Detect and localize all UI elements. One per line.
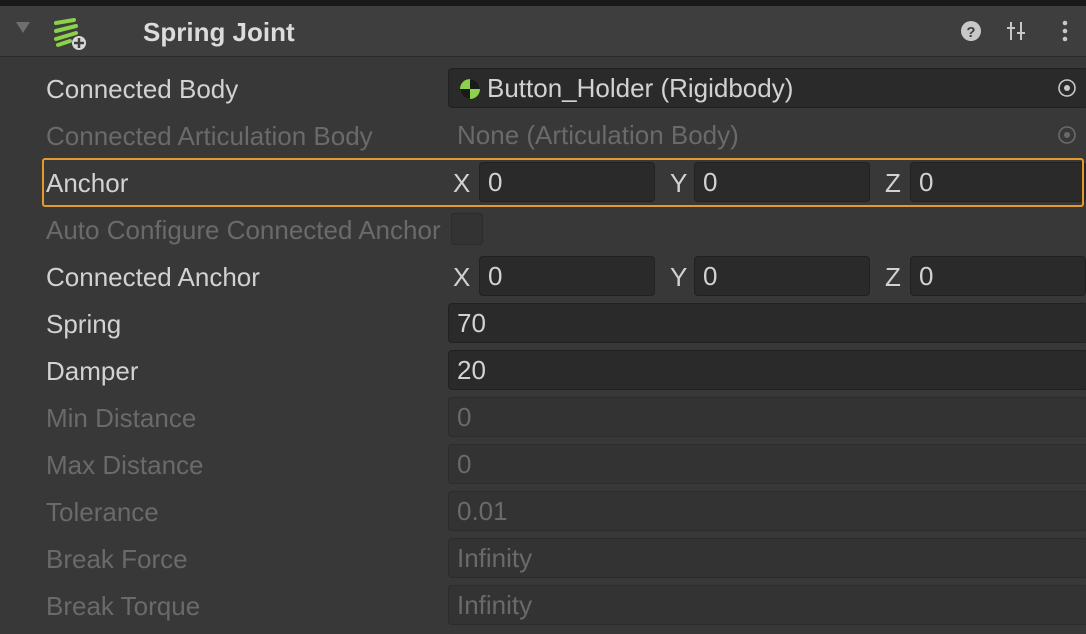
svg-text:?: ?	[966, 24, 975, 41]
connected-articulation-body-field[interactable]: None (Articulation Body)	[448, 115, 1086, 155]
min-distance-field[interactable]: 0	[448, 397, 1086, 437]
break-force-label: Break Force	[46, 544, 188, 574]
break-force-field[interactable]: Infinity	[448, 538, 1086, 578]
spring-label: Spring	[46, 309, 122, 339]
connected-articulation-body-label: Connected Articulation Body	[46, 121, 373, 151]
spring-field[interactable]: 70	[448, 303, 1086, 343]
break-force-row: Break Force Infinity	[0, 536, 1086, 583]
break-torque-field[interactable]: Infinity	[448, 585, 1086, 625]
connected-body-field[interactable]: Button_Holder (Rigidbody)	[448, 68, 1086, 108]
min-distance-row: Min Distance 0	[0, 395, 1086, 442]
tolerance-label: Tolerance	[46, 497, 159, 527]
connected-body-label: Connected Body	[46, 74, 239, 104]
anchor-label: Anchor	[46, 168, 129, 198]
object-picker-icon[interactable]	[1057, 78, 1077, 98]
damper-field[interactable]: 20	[448, 350, 1086, 390]
anchor-row: Anchor X 0 Y 0 Z 0	[0, 160, 1086, 207]
object-picker-icon[interactable]	[1057, 125, 1077, 145]
help-icon[interactable]: ?	[958, 18, 984, 44]
auto-configure-checkbox[interactable]	[451, 213, 483, 245]
presets-icon[interactable]	[1003, 18, 1029, 44]
connected-anchor-x-label[interactable]: X	[453, 261, 470, 293]
anchor-z-field[interactable]: 0	[910, 162, 1086, 202]
connected-anchor-z-label[interactable]: Z	[885, 261, 901, 293]
damper-label: Damper	[46, 356, 139, 386]
auto-configure-row: Auto Configure Connected Anchor	[0, 207, 1086, 254]
tolerance-field[interactable]: 0.01	[448, 491, 1086, 531]
connected-body-value: Button_Holder (Rigidbody)	[487, 73, 794, 103]
anchor-y-field[interactable]: 0	[694, 162, 870, 202]
connected-articulation-body-value: None (Articulation Body)	[457, 120, 739, 150]
rigidbody-icon	[460, 79, 480, 99]
damper-row: Damper 20	[0, 348, 1086, 395]
component-title: Spring Joint	[143, 17, 295, 47]
foldout-arrow-icon[interactable]	[16, 22, 30, 33]
kebab-menu-icon[interactable]	[1052, 18, 1078, 44]
anchor-y-label[interactable]: Y	[670, 167, 687, 199]
spring-row: Spring 70	[0, 301, 1086, 348]
anchor-x-label[interactable]: X	[453, 167, 470, 199]
connected-anchor-row: Connected Anchor X 0 Y 0 Z 0	[0, 254, 1086, 301]
connected-articulation-body-row: Connected Articulation Body None (Articu…	[0, 113, 1086, 160]
connected-anchor-x-field[interactable]: 0	[479, 256, 655, 296]
connected-anchor-y-field[interactable]: 0	[694, 256, 870, 296]
auto-configure-label: Auto Configure Connected Anchor	[46, 215, 441, 245]
connected-anchor-z-field[interactable]: 0	[910, 256, 1086, 296]
max-distance-row: Max Distance 0	[0, 442, 1086, 489]
connected-body-row: Connected Body Button_Holder (Rigidbody)	[0, 66, 1086, 113]
anchor-z-label[interactable]: Z	[885, 167, 901, 199]
anchor-x-field[interactable]: 0	[479, 162, 655, 202]
tolerance-row: Tolerance 0.01	[0, 489, 1086, 536]
max-distance-field[interactable]: 0	[448, 444, 1086, 484]
spring-joint-icon	[54, 18, 86, 50]
min-distance-label: Min Distance	[46, 403, 197, 433]
component-header[interactable]: Spring Joint ?	[0, 6, 1086, 57]
max-distance-label: Max Distance	[46, 450, 204, 480]
connected-anchor-label: Connected Anchor	[46, 262, 260, 292]
break-torque-row: Break Torque Infinity	[0, 583, 1086, 630]
connected-anchor-y-label[interactable]: Y	[670, 261, 687, 293]
break-torque-label: Break Torque	[46, 591, 201, 621]
